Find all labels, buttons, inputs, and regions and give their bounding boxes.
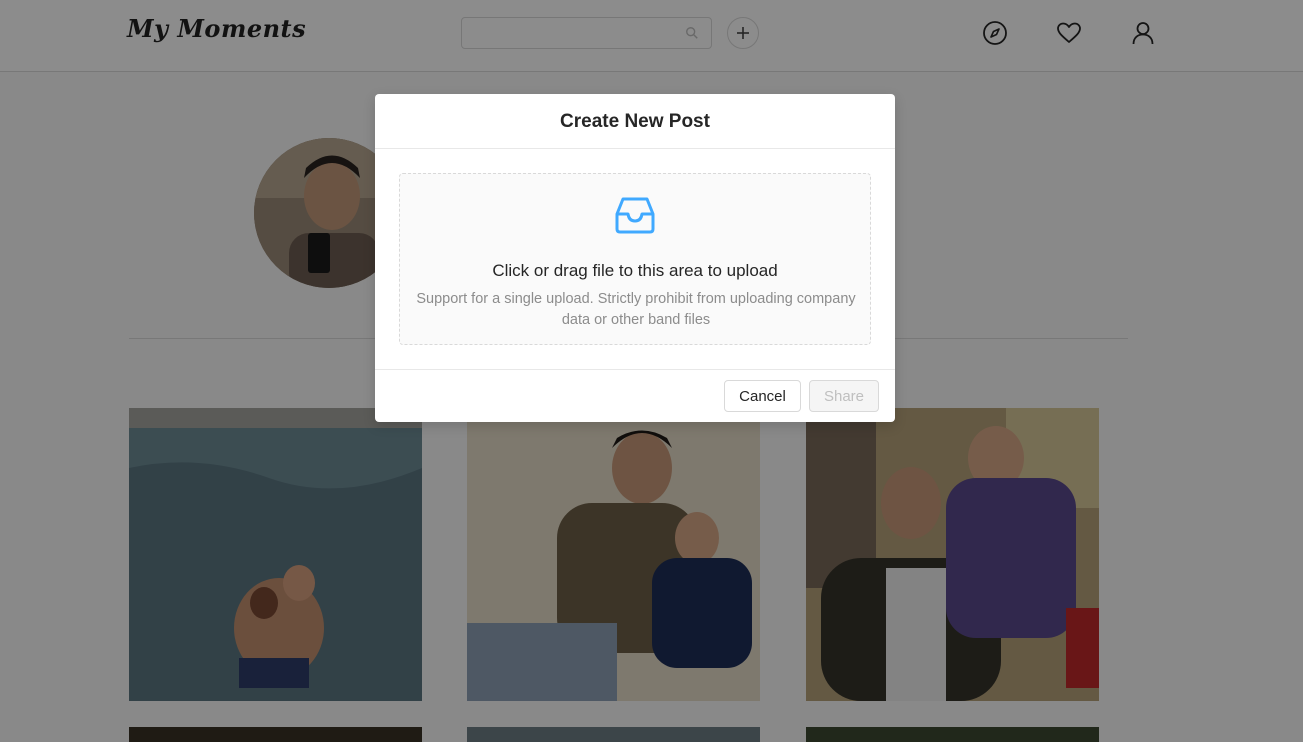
upload-hint: Support for a single upload. Strictly pr… (416, 291, 856, 328)
inbox-icon (615, 197, 655, 234)
share-button[interactable]: Share (809, 380, 879, 412)
upload-instruction: Click or drag file to this area to uploa… (492, 261, 778, 280)
modal-title: Create New Post (375, 94, 895, 149)
upload-dropzone[interactable]: Click or drag file to this area to uploa… (399, 173, 871, 345)
modal-footer: Cancel Share (375, 369, 895, 422)
cancel-button[interactable]: Cancel (724, 380, 801, 412)
create-post-modal: Create New Post Click or drag file to th… (375, 94, 895, 422)
